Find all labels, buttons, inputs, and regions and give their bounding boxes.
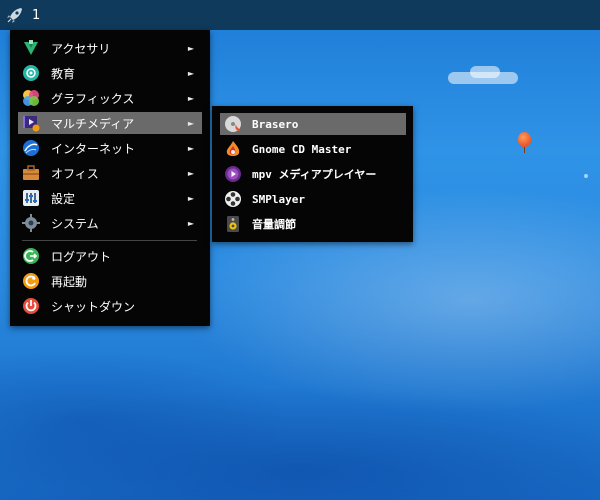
brasero-icon [224,115,242,133]
system-icon [22,214,40,232]
menu-item-label: オフィス [51,166,99,181]
menu-item-label: シャットダウン [51,299,136,314]
menu-item-education[interactable]: 教育 ► [18,62,202,84]
multimedia-submenu: Brasero Gnome CD Master mpv メディアプレイヤー SM… [212,106,413,242]
graphics-icon [22,89,40,107]
submenu-arrow-icon: ► [187,218,194,228]
menu-item-logout[interactable]: ログアウト [18,245,202,267]
rocket-icon [7,8,22,23]
menu-item-label: システム [51,216,99,231]
submenu-item-volume-control[interactable]: 音量調節 [220,213,406,235]
menu-item-label: インターネット [51,141,136,156]
submenu-arrow-icon: ► [187,143,194,153]
gnome-cd-master-icon [224,140,242,158]
submenu-item-label: Brasero [252,117,299,131]
menu-item-label: 設定 [51,191,76,206]
office-icon [22,164,40,182]
logout-icon [22,247,40,265]
shutdown-icon [22,297,40,315]
submenu-item-label: mpv メディアプレイヤー [252,168,377,181]
menu-item-label: ログアウト [51,249,112,264]
menu-item-multimedia[interactable]: マルチメディア ► [18,112,202,134]
submenu-item-mpv[interactable]: mpv メディアプレイヤー [220,163,406,185]
internet-icon [22,139,40,157]
education-icon [22,64,40,82]
submenu-arrow-icon: ► [187,193,194,203]
menu-item-settings[interactable]: 設定 ► [18,187,202,209]
wallpaper-cloud [470,66,500,78]
menu-item-graphics[interactable]: グラフィックス ► [18,87,202,109]
submenu-arrow-icon: ► [187,68,194,78]
submenu-arrow-icon: ► [187,118,194,128]
menu-item-label: アクセサリ [51,41,111,56]
wallpaper-dot [584,174,588,178]
restart-icon [22,272,40,290]
settings-icon [22,189,40,207]
application-menu: アクセサリ ► 教育 ► グラフィックス ► マルチメディア ► インターネット… [10,30,210,326]
top-panel: 1 [0,0,600,30]
submenu-item-label: 音量調節 [252,218,296,231]
workspace-indicator[interactable]: 1 [32,8,40,23]
menu-item-accessories[interactable]: アクセサリ ► [18,37,202,59]
menu-item-restart[interactable]: 再起動 [18,270,202,292]
menu-item-label: 教育 [51,66,76,81]
menu-item-label: 再起動 [51,274,88,289]
volume-control-icon [224,215,242,233]
menu-launcher-button[interactable] [0,0,30,30]
wallpaper-balloon-line [524,147,525,153]
multimedia-icon [22,114,40,132]
wallpaper-balloon [518,132,531,147]
menu-item-internet[interactable]: インターネット ► [18,137,202,159]
submenu-item-smplayer[interactable]: SMPlayer [220,188,406,210]
accessories-icon [22,39,40,57]
submenu-arrow-icon: ► [187,93,194,103]
submenu-arrow-icon: ► [187,43,194,53]
menu-item-label: グラフィックス [51,91,135,106]
menu-item-office[interactable]: オフィス ► [18,162,202,184]
submenu-item-brasero[interactable]: Brasero [220,113,406,135]
menu-item-shutdown[interactable]: シャットダウン [18,295,202,317]
mpv-icon [224,165,242,183]
submenu-item-label: Gnome CD Master [252,142,352,156]
submenu-arrow-icon: ► [187,168,194,178]
menu-item-label: マルチメディア [51,116,135,131]
submenu-item-gnome-cd-master[interactable]: Gnome CD Master [220,138,406,160]
menu-separator [22,240,197,241]
menu-item-system[interactable]: システム ► [18,212,202,234]
smplayer-icon [224,190,242,208]
submenu-item-label: SMPlayer [252,192,305,206]
